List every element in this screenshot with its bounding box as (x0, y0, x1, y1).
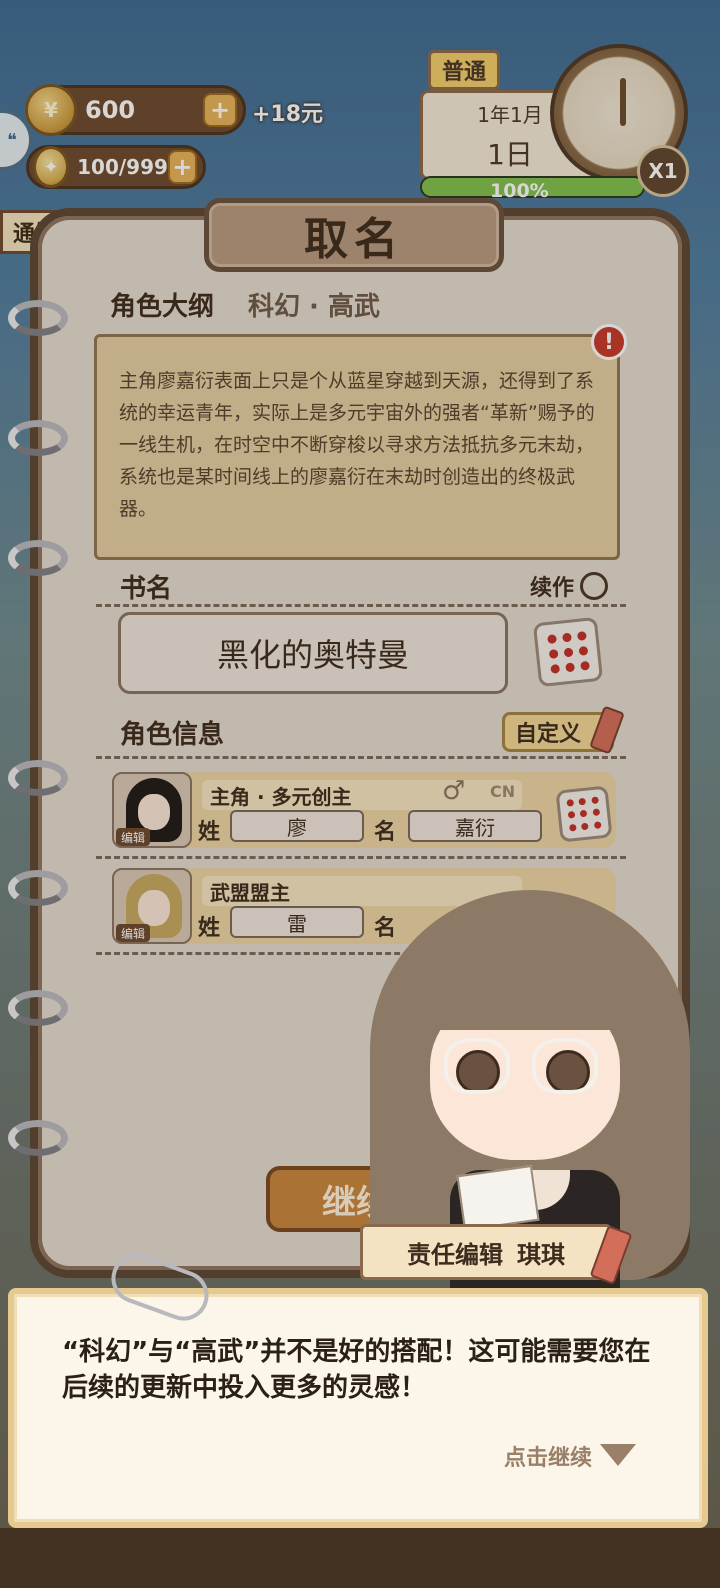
dialog-text: “科幻”与“高武”并不是好的搭配！这可能需要您在后续的更新中投入更多的灵感！ (62, 1337, 651, 1403)
divider (96, 604, 626, 607)
editor-title: 责任编辑 (407, 1240, 503, 1269)
binder-ring (8, 990, 68, 1026)
divider (96, 756, 626, 759)
surname-input[interactable]: 雷 (230, 906, 364, 938)
binder-ring (8, 300, 68, 336)
binder-ring (8, 1120, 68, 1156)
binder-ring (8, 420, 68, 456)
outline-label: 角色大纲 (110, 292, 215, 322)
character-avatar[interactable]: 编辑 (112, 868, 192, 944)
book-name-input[interactable]: 黑化的奥特曼 (118, 612, 508, 694)
day-progress-text: 100% (490, 180, 549, 202)
coin-value: 600 (85, 96, 136, 124)
binder-ring (8, 870, 68, 906)
genre-text: 科幻 · 高武 (248, 292, 380, 322)
sequel-radio[interactable] (580, 572, 608, 600)
add-coins-button[interactable]: + (203, 93, 237, 127)
coin-bonus: +18元 (252, 102, 324, 127)
clock-hand (620, 78, 626, 126)
coin-counter: ¥ 600 + (25, 84, 246, 136)
surname-label: 姓 (198, 916, 221, 941)
given-name-input[interactable]: 嘉衍 (408, 810, 542, 842)
character-info-label: 角色信息 (120, 720, 225, 750)
bottom-strip (0, 1528, 720, 1588)
outline-summary-box: 主角廖嘉衍表面上只是个从蓝星穿越到天源，还得到了系统的幸运青年，实际上是多元宇宙… (94, 334, 620, 560)
tap-to-continue-label[interactable]: 点击继续 (504, 1440, 592, 1472)
divider (96, 856, 626, 859)
binder-ring (8, 540, 68, 576)
sequel-label: 续作 (530, 576, 575, 601)
surname-input[interactable]: 廖 (230, 810, 364, 842)
given-name-label: 名 (374, 820, 397, 845)
binder-ring (8, 760, 68, 796)
male-gender-icon[interactable]: ♂ (442, 776, 465, 806)
edit-character-button[interactable]: 编辑 (116, 924, 150, 942)
outline-summary-text: 主角廖嘉衍表面上只是个从蓝星穿越到天源，还得到了系统的幸运青年，实际上是多元宇宙… (119, 370, 595, 520)
speed-button[interactable]: X1 (637, 145, 689, 197)
editor-name: 琪琪 (517, 1240, 565, 1269)
random-title-dice-button[interactable] (532, 616, 604, 688)
coin-icon: ¥ (25, 84, 77, 136)
inspiration-counter: ✦ 100/999 + (26, 145, 206, 189)
character-avatar[interactable]: 编辑 (112, 772, 192, 848)
chat-icon: ❝ (7, 129, 17, 151)
inspiration-value: 100/999 (77, 155, 168, 179)
character-card: 编辑 主角 · 多元创主 ♂ CN 姓 廖 名 嘉衍 (112, 772, 616, 848)
character-role: 主角 · 多元创主 (202, 780, 522, 810)
editor-nameplate: 责任编辑 琪琪 (360, 1224, 612, 1280)
region-text[interactable]: CN (490, 782, 515, 801)
add-inspiration-button[interactable]: + (167, 150, 197, 184)
panel-title: 取名 (204, 198, 504, 272)
surname-label: 姓 (198, 820, 221, 845)
warning-icon[interactable]: ! (591, 324, 627, 360)
random-name-dice-button[interactable] (555, 785, 613, 843)
down-arrow-icon (600, 1444, 636, 1466)
difficulty-mode-tag: 普通 (428, 50, 500, 90)
dialog-box[interactable]: “科幻”与“高武”并不是好的搭配！这可能需要您在后续的更新中投入更多的灵感！ 点… (8, 1288, 708, 1528)
book-name-label: 书名 (120, 574, 173, 604)
edit-character-button[interactable]: 编辑 (116, 828, 150, 846)
lightbulb-icon: ✦ (33, 146, 70, 188)
